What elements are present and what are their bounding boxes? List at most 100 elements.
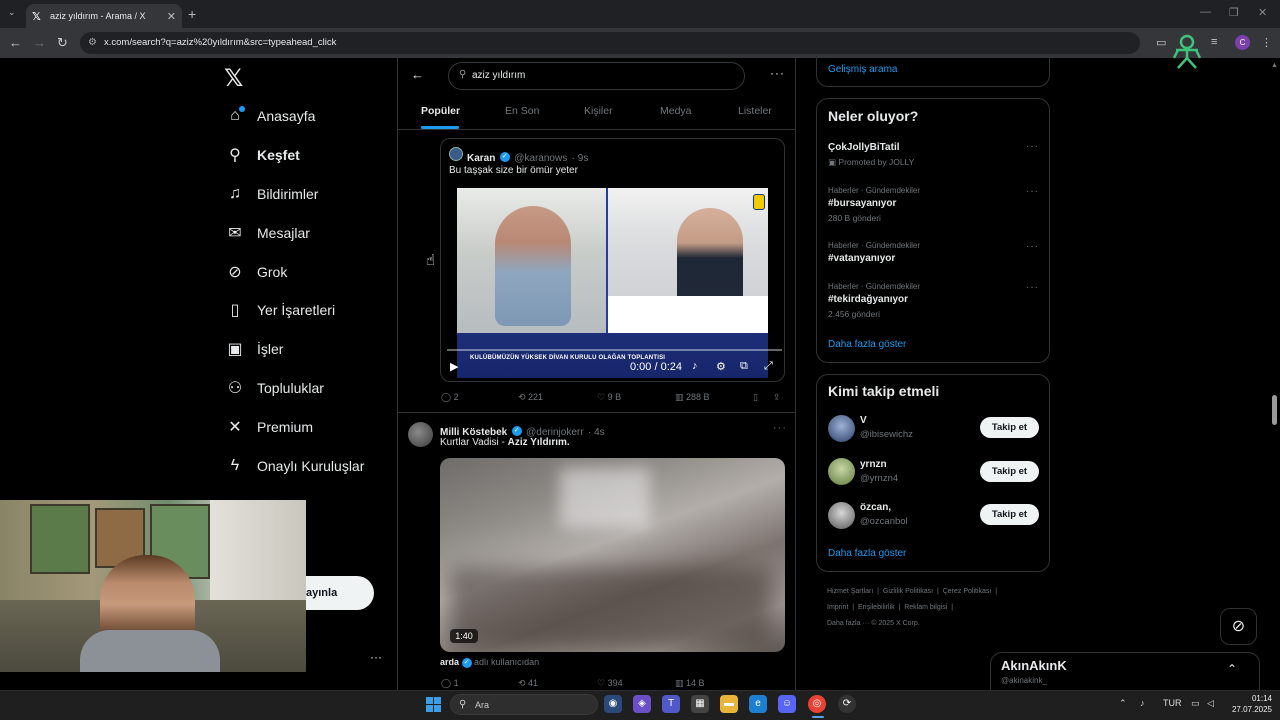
restore-icon[interactable]: ❐ — [1229, 6, 1239, 19]
retweet-button[interactable]: ⟲ 221 — [518, 392, 543, 403]
tab-media[interactable]: Medya — [660, 105, 692, 117]
footer-link[interactable]: Erişilebilirlik — [858, 604, 895, 611]
like-button[interactable]: ♡ 9 B — [597, 392, 621, 403]
discord-icon[interactable]: ☺ — [778, 695, 796, 713]
windows-start-icon[interactable] — [426, 697, 441, 712]
x-logo[interactable]: 𝕏 — [224, 64, 243, 93]
like-button[interactable]: ♡ 394 — [597, 678, 623, 689]
taskbar-search[interactable]: ⚲ Ara — [450, 694, 598, 715]
volume-icon[interactable]: ◁ — [1207, 698, 1214, 709]
minimize-icon[interactable]: — — [1200, 6, 1211, 18]
follow-button[interactable]: Takip et — [980, 504, 1039, 525]
copilot-icon[interactable]: ◈ — [633, 695, 651, 713]
profile-avatar[interactable]: C — [1235, 35, 1250, 50]
nav-item-notifications[interactable]: ♫ Bildirimler — [224, 175, 394, 214]
fullscreen-icon[interactable]: ⤢ — [764, 360, 773, 373]
forward-icon[interactable]: → — [33, 35, 46, 50]
more-options-icon[interactable]: ··· — [770, 66, 785, 80]
tweet-time[interactable]: · 4s — [588, 427, 605, 438]
trend-name[interactable]: #vatanyanıyor — [828, 253, 895, 264]
suggested-user-name[interactable]: V — [860, 415, 867, 426]
footer-link[interactable]: Imprint — [827, 604, 848, 611]
suggested-user-handle[interactable]: @ozcanbol — [860, 516, 908, 527]
footer-link[interactable]: Hizmet Şartları — [827, 588, 873, 595]
user-name[interactable]: Karan — [467, 153, 495, 164]
share-icon[interactable]: ⇪ — [773, 392, 781, 403]
suggested-user-handle[interactable]: @yrnzn4 — [860, 473, 898, 484]
reply-button[interactable]: ◯ 2 — [441, 392, 459, 403]
back-icon[interactable]: ← — [9, 35, 22, 50]
trend-more-icon[interactable]: ··· — [1026, 241, 1039, 252]
taskbar-clock[interactable]: 01:14 27.07.2025 — [1228, 693, 1272, 715]
video-player[interactable] — [440, 458, 785, 652]
store-icon[interactable]: ▦ — [691, 695, 709, 713]
back-arrow-icon[interactable]: ← — [411, 67, 424, 82]
media-icon[interactable]: ≡ — [1211, 36, 1217, 48]
tray-overflow-icon[interactable]: ⌃ — [1119, 698, 1127, 709]
volume-icon[interactable]: ♪ — [692, 360, 698, 372]
views-button[interactable]: ▥ 14 B — [675, 678, 705, 689]
avatar[interactable] — [828, 458, 855, 485]
trend-more-icon[interactable]: ··· — [1026, 141, 1039, 152]
pip-icon[interactable]: ⧉ — [740, 360, 748, 373]
play-icon[interactable]: ▶ — [450, 360, 458, 373]
scrollbar[interactable] — [1272, 395, 1277, 425]
trend-name[interactable]: #bursayanıyor — [828, 198, 896, 209]
nav-item-grok[interactable]: ⊘ Grok — [224, 252, 394, 291]
window-close-icon[interactable]: ✕ — [1258, 6, 1267, 19]
footer-more-link[interactable]: Daha fazla ··· — [827, 620, 869, 627]
app-icon[interactable]: ⟳ — [838, 695, 856, 713]
footer-link[interactable]: Çerez Politikası — [943, 588, 992, 595]
settings-icon[interactable]: ⚙ — [716, 360, 726, 373]
new-tab-icon[interactable]: + — [188, 6, 196, 22]
network-icon[interactable]: ▭ — [1191, 698, 1200, 709]
nav-item-verified-orgs[interactable]: ϟ Onaylı Kuruluşlar — [224, 446, 394, 485]
show-more-trends-link[interactable]: Daha fazla göster — [828, 339, 906, 350]
tweet-more-icon[interactable]: ··· — [773, 422, 787, 434]
avatar[interactable] — [408, 422, 433, 447]
show-more-follow-link[interactable]: Daha fazla göster — [828, 548, 906, 559]
grok-button[interactable]: ⊘ — [1220, 608, 1257, 645]
user-handle[interactable]: @karanows — [514, 153, 567, 164]
browser-tab[interactable]: 𝕏 aziz yıldırım - Arama / X ✕ — [26, 4, 182, 28]
avatar[interactable] — [449, 147, 463, 161]
avatar[interactable] — [828, 502, 855, 529]
video-progress-bar[interactable] — [447, 349, 782, 351]
microphone-icon[interactable]: ♪ — [1140, 698, 1145, 708]
teams-icon[interactable]: T — [662, 695, 680, 713]
nav-item-bookmarks[interactable]: ▯ Yer İşaretleri — [224, 291, 394, 330]
advanced-search-link[interactable]: Gelişmiş arama — [828, 64, 897, 75]
retweet-button[interactable]: ⟲ 41 — [518, 678, 538, 689]
tab-lists[interactable]: Listeler — [738, 105, 772, 117]
language-indicator[interactable]: TUR — [1163, 698, 1182, 708]
reply-button[interactable]: ◯ 1 — [441, 678, 459, 689]
footer-link[interactable]: Gizlilik Politikası — [883, 588, 933, 595]
search-input[interactable]: ⚲ aziz yıldırım — [448, 62, 745, 90]
avatar[interactable] — [828, 415, 855, 442]
nav-item-messages[interactable]: ✉ Mesajlar — [224, 213, 394, 252]
trend-more-icon[interactable]: ··· — [1026, 186, 1039, 197]
folder-icon[interactable]: ▬ — [720, 695, 738, 713]
app-icon[interactable]: ◉ — [604, 695, 622, 713]
scroll-up-icon[interactable]: ▲ — [1271, 62, 1278, 69]
attribution-name[interactable]: arda — [440, 657, 459, 667]
footer-link[interactable]: Reklam bilgisi — [904, 604, 947, 611]
tab-latest[interactable]: En Son — [505, 105, 539, 117]
follow-button[interactable]: Takip et — [980, 461, 1039, 482]
chevron-up-icon[interactable]: ⌃ — [1227, 662, 1237, 676]
bookmark-icon[interactable]: ▯ — [753, 392, 758, 403]
suggested-user-name[interactable]: yrnzn — [860, 459, 887, 470]
nav-item-communities[interactable]: ⚇ Topluluklar — [224, 369, 394, 408]
tweet-time[interactable]: · 9s — [572, 153, 589, 164]
suggested-user-handle[interactable]: @ibisewichz — [860, 429, 913, 440]
menu-icon[interactable]: ⋮ — [1261, 36, 1272, 49]
edge-icon[interactable]: e — [749, 695, 767, 713]
follow-button[interactable]: Takip et — [980, 417, 1039, 438]
suggested-user-name[interactable]: özcan, — [860, 502, 891, 513]
close-tab-icon[interactable]: ✕ — [167, 10, 176, 23]
chrome-icon[interactable]: ◎ — [808, 695, 826, 713]
tab-popular[interactable]: Popüler — [421, 105, 460, 117]
site-info-icon[interactable]: ⚙ — [88, 32, 97, 54]
nav-item-explore[interactable]: ⚲ Keşfet — [224, 136, 394, 175]
cast-icon[interactable]: ▭ — [1156, 36, 1166, 49]
